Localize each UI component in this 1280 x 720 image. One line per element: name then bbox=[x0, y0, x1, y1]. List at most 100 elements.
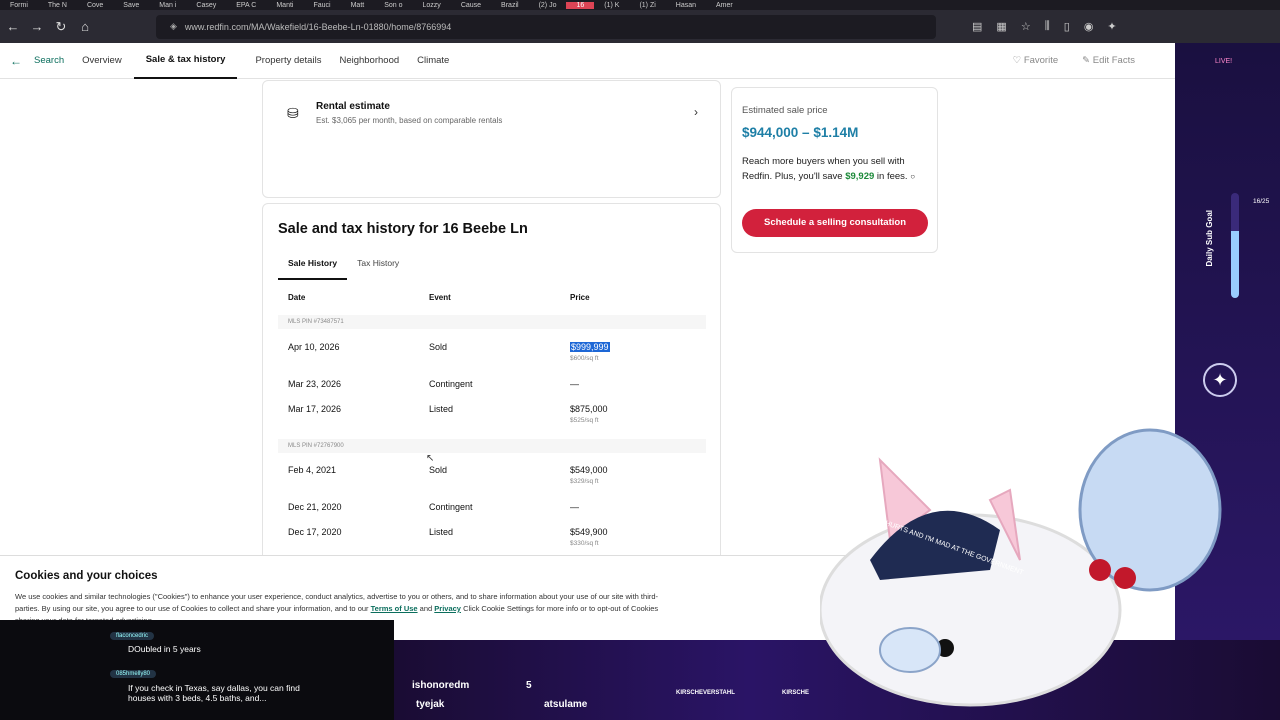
toolbar-icons: ▤ ▦ ☆ ⫼ ▯ ◉ ✦ bbox=[972, 20, 1117, 33]
row-price: — bbox=[570, 502, 579, 512]
browser-tab[interactable]: Cove bbox=[77, 2, 113, 9]
viewer-name: atsulame bbox=[544, 699, 588, 710]
row-price-per-sqft: $525/sq ft bbox=[570, 417, 599, 424]
browser-tab[interactable]: Cause bbox=[451, 2, 491, 9]
mouse-cursor-icon: ↖ bbox=[426, 453, 435, 464]
browser-tab-strip: Formi The N Cove Save Man i Casey EPA C … bbox=[0, 0, 1280, 10]
estimated-sale-label: Estimated sale price bbox=[742, 105, 828, 116]
privacy-link[interactable]: Privacy bbox=[434, 604, 461, 613]
reader-icon[interactable]: ▤ bbox=[972, 20, 982, 33]
browser-tab[interactable]: Fauci bbox=[303, 2, 340, 9]
browser-tab[interactable]: Son o bbox=[374, 2, 412, 9]
terms-of-use-link[interactable]: Terms of Use bbox=[371, 604, 418, 613]
tab-sale-history[interactable]: Sale History bbox=[278, 254, 348, 280]
browser-tab[interactable]: Amer bbox=[706, 2, 743, 9]
favorite-button[interactable]: ♡ Favorite bbox=[1013, 55, 1058, 66]
viewer-count: 5 bbox=[526, 680, 532, 691]
estimated-sale-card: Estimated sale price $944,000 – $1.14M R… bbox=[731, 87, 938, 253]
estimated-sale-description: Reach more buyers when you sell with Red… bbox=[742, 154, 932, 184]
browser-tab[interactable]: Man i bbox=[149, 2, 186, 9]
row-event: Sold bbox=[429, 342, 448, 352]
row-date: Dec 21, 2020 bbox=[288, 502, 342, 512]
mls-group-label: MLS PIN #72767900 bbox=[278, 439, 706, 453]
reload-icon[interactable]: ↻ bbox=[50, 19, 72, 35]
column-header-date: Date bbox=[288, 293, 306, 302]
chat-message: DOubled in 5 years bbox=[128, 644, 201, 654]
rental-subtitle: Est. $3,065 per month, based on comparab… bbox=[316, 116, 503, 125]
info-icon[interactable]: ○ bbox=[910, 172, 915, 181]
browser-tab[interactable]: EPA C bbox=[226, 2, 266, 9]
rental-estimate-card[interactable]: ⛁ Rental estimate Est. $3,065 per month,… bbox=[262, 80, 721, 198]
browser-tab[interactable]: Matt bbox=[341, 2, 375, 9]
browser-tab[interactable]: The N bbox=[38, 2, 77, 9]
row-event: Contingent bbox=[429, 379, 473, 389]
chat-username: 085hmelly80 bbox=[110, 670, 157, 678]
column-header-price: Price bbox=[570, 293, 590, 302]
sidebar-icon[interactable]: ▯ bbox=[1064, 20, 1070, 33]
social-handle: KIRSCHE bbox=[782, 690, 810, 696]
browser-tab[interactable]: (1) Zi bbox=[629, 2, 665, 9]
home-icon[interactable]: ⌂ bbox=[74, 19, 96, 34]
mls-group-label: MLS PIN #73487571 bbox=[278, 315, 706, 329]
sub-goal-fill bbox=[1231, 230, 1239, 298]
row-price-per-sqft: $600/sq ft bbox=[570, 355, 599, 362]
qr-icon[interactable]: ▦ bbox=[996, 20, 1006, 33]
library-icon[interactable]: ⫼ bbox=[1045, 20, 1050, 33]
sparkle-icon: ✦ bbox=[1203, 363, 1237, 397]
tab-sale-tax-history[interactable]: Sale & tax history bbox=[133, 43, 238, 79]
browser-tab[interactable]: Casey bbox=[186, 2, 226, 9]
bow-icon bbox=[879, 627, 941, 673]
rental-icon: ⛁ bbox=[287, 105, 299, 121]
star-icon[interactable]: ☆ bbox=[1021, 20, 1031, 33]
tab-climate[interactable]: Climate bbox=[417, 43, 449, 79]
row-price: $875,000 bbox=[570, 404, 608, 414]
subnav-actions: ♡ Favorite ✎ Edit Facts bbox=[1013, 55, 1135, 66]
chat-message: If you check in Texas, say dallas, you c… bbox=[128, 683, 300, 703]
extensions-icon[interactable]: ✦ bbox=[1107, 20, 1116, 33]
sub-goal-bar bbox=[1231, 193, 1239, 298]
tab-neighborhood[interactable]: Neighborhood bbox=[339, 43, 399, 79]
url-text: www.redfin.com/MA/Wakefield/16-Beebe-Ln-… bbox=[184, 21, 452, 32]
browser-tab[interactable]: Formi bbox=[0, 2, 38, 9]
browser-tab[interactable]: Save bbox=[113, 2, 149, 9]
viewer-name: tyejak bbox=[416, 699, 445, 710]
browser-tab[interactable]: Brazil bbox=[491, 2, 529, 9]
row-date: Dec 17, 2020 bbox=[288, 527, 342, 537]
schedule-consultation-button[interactable]: Schedule a selling consultation bbox=[742, 209, 928, 237]
back-arrow-icon[interactable]: ← bbox=[10, 54, 22, 68]
search-link[interactable]: Search bbox=[34, 43, 64, 79]
row-price-per-sqft: $330/sq ft bbox=[570, 540, 599, 547]
account-icon[interactable]: ◉ bbox=[1084, 20, 1094, 33]
row-price: $549,000 bbox=[570, 465, 608, 475]
desc-text: in fees. bbox=[874, 171, 908, 182]
property-subnav: ← Search Overview Sale & tax history Pro… bbox=[0, 43, 1175, 79]
browser-tab-active[interactable]: 16 bbox=[566, 1, 595, 9]
browser-tab[interactable]: Manti bbox=[266, 2, 303, 9]
row-date: Mar 17, 2026 bbox=[288, 404, 342, 414]
address-bar: ← → ↻ ⌂ ◈ www.redfin.com/MA/Wakefield/16… bbox=[0, 10, 1280, 43]
tab-overview[interactable]: Overview bbox=[82, 43, 122, 79]
savings-amount: $9,929 bbox=[845, 171, 875, 182]
browser-tab[interactable]: Lozzy bbox=[413, 2, 451, 9]
back-arrow-icon[interactable]: ← bbox=[2, 19, 24, 34]
edit-facts-button[interactable]: ✎ Edit Facts bbox=[1082, 55, 1135, 66]
browser-tab[interactable]: (1) K bbox=[594, 2, 629, 9]
chat-username: flaconcedric bbox=[110, 632, 155, 640]
row-price: $549,900 bbox=[570, 527, 608, 537]
browser-tab[interactable]: Hasan bbox=[666, 2, 706, 9]
row-date: Feb 4, 2021 bbox=[288, 465, 337, 475]
forward-arrow-icon[interactable]: → bbox=[26, 19, 48, 34]
row-price: — bbox=[570, 379, 579, 389]
chevron-right-icon: › bbox=[694, 105, 698, 119]
url-field[interactable]: ◈ www.redfin.com/MA/Wakefield/16-Beebe-L… bbox=[156, 14, 936, 39]
estimated-sale-price: $944,000 – $1.14M bbox=[742, 125, 859, 140]
tab-property-details[interactable]: Property details bbox=[255, 43, 321, 79]
row-event: Sold bbox=[429, 465, 448, 475]
social-handle: KIRSCHEVERSTAHL bbox=[676, 690, 735, 696]
browser-tab[interactable]: (2) Jo bbox=[529, 2, 567, 9]
row-event: Listed bbox=[429, 404, 454, 414]
tab-tax-history[interactable]: Tax History bbox=[347, 254, 409, 280]
row-price-per-sqft: $329/sq ft bbox=[570, 478, 599, 485]
favorite-label: Favorite bbox=[1023, 55, 1059, 66]
history-tabs: Sale History Tax History bbox=[278, 254, 409, 280]
